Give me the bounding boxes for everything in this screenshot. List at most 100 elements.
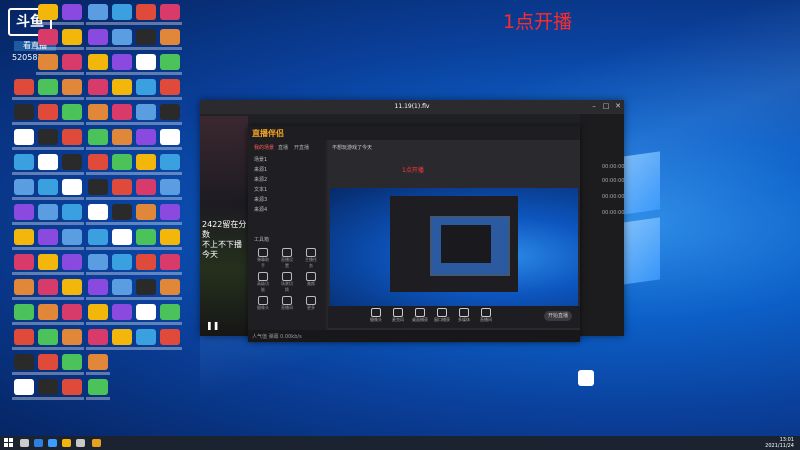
desktop-shortcut-icon[interactable] [88,29,108,45]
desktop-shortcut-icon[interactable] [136,204,156,220]
desktop-shortcut-icon[interactable] [88,104,108,120]
desktop-shortcut-icon[interactable] [160,279,180,295]
desktop-shortcut-icon[interactable] [62,304,82,320]
desktop-shortcut-icon[interactable] [38,179,58,195]
desktop-shortcut-icon[interactable] [14,379,34,395]
desktop-shortcut-icon[interactable] [14,254,34,270]
desktop-shortcut-icon[interactable] [38,79,58,95]
streaming-app-window[interactable]: 直播伴侣 我的场景 直播 开直播 场景1 来源1 来源2 文本1 来源3 来源4… [248,126,580,342]
desktop-shortcut-icon[interactable] [62,129,82,145]
desktop-shortcut-icon[interactable] [160,4,180,20]
desktop-shortcut-icon[interactable] [136,4,156,20]
desktop-shortcut-icon[interactable] [38,54,58,70]
app-icon[interactable] [76,439,85,447]
stream-preview-canvas[interactable] [330,188,578,324]
desktop-shortcut-icon[interactable] [112,104,132,120]
desktop-shortcut-icon[interactable] [38,154,58,170]
desktop-shortcut-icon[interactable] [62,179,82,195]
window-titlebar[interactable]: 11.19(1).flv – □ ✕ [200,100,624,114]
desktop-shortcut-icon[interactable] [62,204,82,220]
desktop-shortcut-icon[interactable] [14,179,34,195]
desktop-shortcut-icon[interactable] [88,4,108,20]
desktop-shortcut-icon[interactable] [14,279,34,295]
search-icon[interactable] [20,439,29,447]
tool-button[interactable]: 美颜 [304,272,318,286]
desktop-shortcut-icon[interactable] [136,154,156,170]
desktop-shortcut-icon[interactable] [136,329,156,345]
desktop-shortcut-icon[interactable] [160,204,180,220]
desktop-shortcut-icon[interactable] [38,29,58,45]
source-item[interactable]: 文本1 [254,186,314,193]
desktop-shortcut-icon[interactable] [88,254,108,270]
desktop-shortcut-icon[interactable] [160,329,180,345]
tool-button[interactable]: 直播设置 [280,248,294,268]
desktop-shortcut-icon[interactable] [112,154,132,170]
desktop-shortcut-icon[interactable] [88,79,108,95]
desktop-shortcut-icon[interactable] [136,29,156,45]
desktop-shortcut-icon[interactable] [112,29,132,45]
start-button[interactable] [4,438,14,448]
desktop-shortcut-icon[interactable] [38,354,58,370]
desktop-shortcut-icon[interactable] [112,204,132,220]
tool-button[interactable]: 弹幕助手 [256,248,270,268]
desktop-shortcut-icon[interactable] [88,204,108,220]
source-item[interactable]: 来源4 [254,206,314,213]
desktop-shortcut-icon[interactable] [88,304,108,320]
desktop-shortcut-icon[interactable] [38,129,58,145]
desktop-shortcut-icon[interactable] [88,354,108,370]
desktop-shortcut-icon[interactable] [136,229,156,245]
edge-icon[interactable] [48,439,57,447]
desktop-shortcut-icon[interactable] [38,254,58,270]
video-preview[interactable]: 2422留在分数 不上不下播今天 ❚❚ [200,116,248,336]
desktop-shortcut-icon[interactable] [136,129,156,145]
desktop-shortcut-icon[interactable] [14,354,34,370]
pause-icon[interactable]: ❚❚ [206,321,219,330]
desktop-shortcut-icon[interactable] [38,204,58,220]
bottom-tool-button[interactable]: 直播间 [478,308,494,323]
source-item[interactable]: 来源3 [254,196,314,203]
desktop-shortcut-icon[interactable] [160,54,180,70]
desktop-shortcut-icon[interactable] [62,29,82,45]
source-item[interactable]: 场景1 [254,156,314,163]
desktop-shortcut-icon[interactable] [14,204,34,220]
tool-button[interactable]: 高级功能 [256,272,270,292]
source-item[interactable]: 来源2 [254,176,314,183]
desktop-shortcut-icon[interactable] [62,79,82,95]
desktop-shortcut-icon[interactable] [160,154,180,170]
desktop-shortcut-icon[interactable] [14,79,34,95]
bottom-tool-button[interactable]: 麦克风 [390,308,406,323]
bottom-tool-button[interactable]: 摄像头 [368,308,384,323]
desktop-shortcut-icon[interactable] [136,254,156,270]
desktop-shortcut-icon[interactable] [160,304,180,320]
desktop-shortcut-icon[interactable] [62,54,82,70]
source-item[interactable]: 来源1 [254,166,314,173]
tool-button[interactable]: 直播间 [280,296,294,310]
clock[interactable]: 13:01 2021/11/24 [765,437,794,449]
explorer-icon[interactable] [62,439,71,447]
tool-button[interactable]: 主播任务 [304,248,318,268]
desktop-shortcut-icon[interactable] [136,304,156,320]
desktop-shortcut-icon[interactable] [62,279,82,295]
desktop-shortcut-icon[interactable] [112,254,132,270]
tool-button[interactable]: 场景切换 [280,272,294,292]
desktop-shortcut-icon[interactable] [14,154,34,170]
bottom-tool-button[interactable]: 窗口捕获 [434,308,450,323]
desktop-shortcut-icon[interactable] [88,229,108,245]
desktop-shortcut-icon[interactable] [160,79,180,95]
tool-button[interactable]: 更多 [304,296,318,310]
bottom-tool-button[interactable]: 桌面捕获 [412,308,428,323]
desktop-shortcut-icon[interactable] [62,379,82,395]
maximize-icon[interactable]: □ [602,102,610,110]
desktop-shortcut-icon[interactable] [112,54,132,70]
desktop-shortcut-icon[interactable] [136,104,156,120]
desktop-shortcut-icon[interactable] [38,304,58,320]
desktop-shortcut-icon[interactable] [88,329,108,345]
minimize-icon[interactable]: – [590,102,598,110]
desktop-shortcut-icon[interactable] [136,179,156,195]
desktop-shortcut-icon[interactable] [88,279,108,295]
desktop-shortcut-icon[interactable] [112,329,132,345]
desktop-shortcut-icon[interactable] [88,54,108,70]
desktop-shortcut-icon[interactable] [62,154,82,170]
desktop-shortcut-icon[interactable] [14,304,34,320]
desktop-shortcut-icon[interactable] [160,129,180,145]
